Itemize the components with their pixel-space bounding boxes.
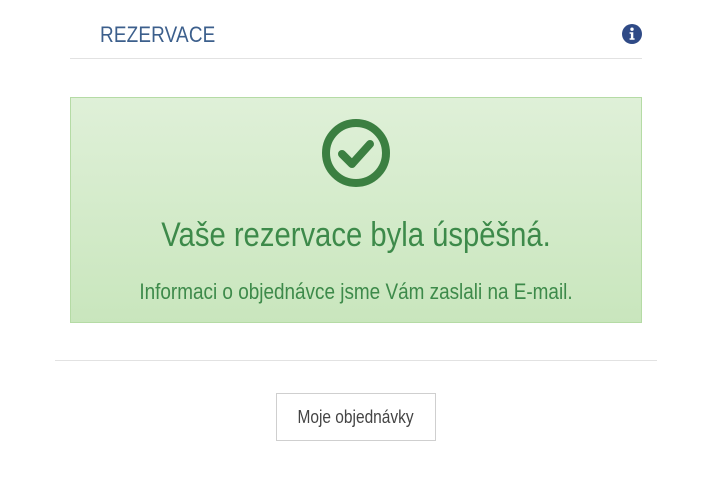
my-orders-button[interactable]: Moje objednávky <box>276 393 436 441</box>
info-icon[interactable] <box>622 24 642 44</box>
success-message: Informaci o objednávce jsme Vám zaslali … <box>139 279 573 304</box>
reservation-page: REZERVACE Vaše rezervace byla úspěšná. I… <box>0 0 728 497</box>
divider <box>55 360 657 361</box>
success-alert: Vaše rezervace byla úspěšná. Informaci o… <box>70 97 642 323</box>
success-title: Vaše rezervace byla úspěšná. <box>161 216 551 254</box>
page-title: REZERVACE <box>100 22 216 47</box>
check-circle-icon <box>322 119 390 187</box>
my-orders-button-label: Moje objednávky <box>297 406 415 427</box>
panel-header: REZERVACE <box>70 0 642 59</box>
